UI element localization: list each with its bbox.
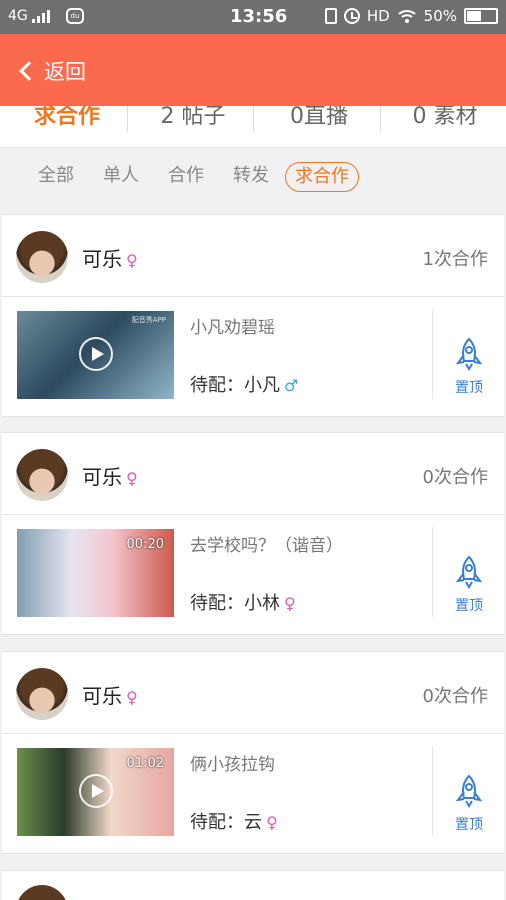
divider [2,514,504,515]
wifi-icon [397,10,416,23]
divider [2,733,504,734]
post-card[interactable]: 可乐 ♀ 1次合作 配音秀APP 小凡劝碧瑶 待配：小凡 ♂ 置顶 [2,214,504,417]
dub-role: 待配：小林 ♀ [190,593,296,614]
pin-button[interactable]: 置顶 [434,774,504,834]
post-card[interactable]: 可乐 ♀ 0次合作 01:02 俩小孩拉钩 待配：云 ♀ 置顶 [2,651,504,854]
status-bar: 4G du 13:56 HD 50% [0,0,506,34]
coop-count: 1次合作 [422,249,488,270]
video-thumbnail[interactable]: 01:02 [17,748,174,836]
battery-icon [464,8,498,24]
dub-role: 待配：小凡 ♂ [190,375,299,396]
video-thumbnail[interactable]: 配音秀APP [17,311,174,399]
back-button[interactable]: 返回 [16,54,86,88]
watermark: 配音秀APP [131,316,166,324]
signal-indicator: 4G [8,8,50,24]
female-icon: ♀ [126,688,138,707]
filter-bar: 全部 单人 合作 转发 求合作 [0,148,506,204]
signal-bars-icon [31,9,50,23]
back-label: 返回 [44,60,86,84]
username[interactable]: 可乐 ♀ [82,461,138,490]
avatar[interactable] [16,231,68,283]
female-icon: ♀ [284,594,296,613]
pin-button[interactable]: 置顶 [434,555,504,615]
video-duration: 00:20 [126,537,164,552]
divider [432,309,433,399]
hd-label: HD [366,7,390,25]
stat-live[interactable]: 0直播 [256,106,382,130]
rocket-icon [455,555,483,589]
avatar[interactable] [16,885,68,900]
video-title[interactable]: 小凡劝碧瑶 [190,313,275,338]
avatar[interactable] [16,668,68,720]
video-title[interactable]: 去学校吗？（谐音） [190,531,343,556]
vibrate-icon [324,8,337,24]
video-thumbnail[interactable]: 00:20 [17,529,174,617]
female-icon: ♀ [126,251,138,270]
post-card[interactable]: 可乐 ♀ 0次合作 00:20 去学校吗？（谐音） 待配：小林 ♀ 置顶 [2,432,504,635]
divider [2,296,504,297]
rocket-icon [455,774,483,808]
stat-divider [380,106,381,132]
filter-solo[interactable]: 单人 [103,162,139,192]
battery-percent: 50% [423,7,457,25]
avatar[interactable] [16,449,68,501]
stat-posts[interactable]: 2 帖子 [130,106,256,130]
status-icons: HD 50% [324,7,498,25]
stat-divider [127,106,128,132]
chevron-left-icon [19,61,39,81]
notification-app-icon: du [66,8,84,24]
app-header: 返回 [0,34,506,106]
divider [432,527,433,617]
pin-label: 置顶 [455,380,483,396]
play-icon[interactable] [79,337,113,371]
male-icon: ♂ [284,376,299,395]
filter-repost[interactable]: 转发 [233,162,269,192]
pin-label: 置顶 [455,817,483,833]
filter-request-coop[interactable]: 求合作 [285,162,359,192]
coop-count: 0次合作 [422,686,488,707]
female-icon: ♀ [266,813,278,832]
stat-materials[interactable]: 0 素材 [382,106,506,130]
divider [432,746,433,836]
play-icon[interactable] [79,774,113,808]
stat-divider [253,106,254,132]
filter-all[interactable]: 全部 [38,162,74,192]
pin-button[interactable]: 置顶 [434,337,504,397]
stats-strip: 求合作 2 帖子 0直播 0 素材 [0,106,506,148]
username[interactable]: 可乐 ♀ [82,243,138,272]
video-duration: 01:02 [126,756,164,771]
status-time: 13:56 [230,6,288,27]
stat-request-coop[interactable]: 求合作 [4,106,130,130]
pin-label: 置顶 [455,598,483,614]
female-icon: ♀ [126,469,138,488]
filter-coop[interactable]: 合作 [168,162,204,192]
rocket-icon [455,337,483,371]
post-card[interactable] [2,870,504,900]
alarm-icon [343,8,360,24]
video-title[interactable]: 俩小孩拉钩 [190,750,275,775]
username[interactable]: 可乐 ♀ [82,680,138,709]
coop-count: 0次合作 [422,467,488,488]
network-type: 4G [8,8,28,24]
dub-role: 待配：云 ♀ [190,812,278,833]
